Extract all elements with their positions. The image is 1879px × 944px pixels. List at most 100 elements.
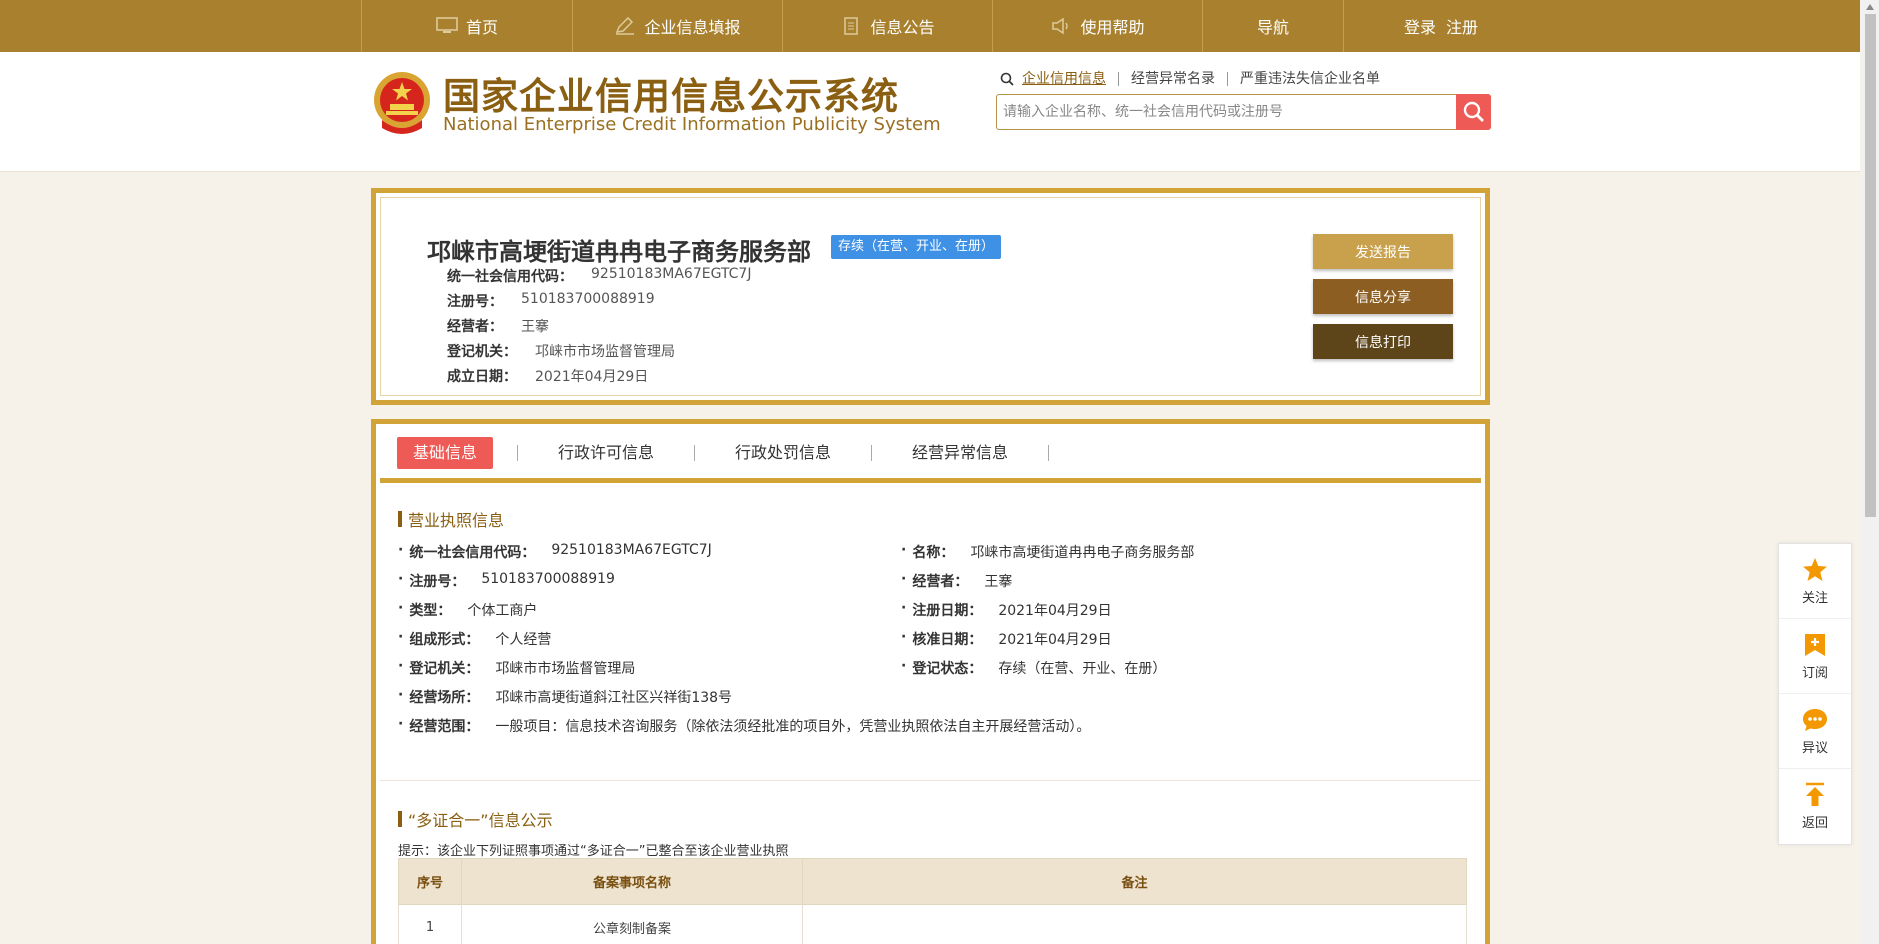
- nav-guide[interactable]: 导航: [1202, 0, 1343, 52]
- send-report-button[interactable]: 发送报告: [1313, 234, 1453, 269]
- license-field: · 经营范围： 一般项目：信息技术咨询服务（除依法须经批准的项目外，凭营业执照依…: [398, 716, 1090, 736]
- license-field-label: 经营范围：: [409, 719, 480, 735]
- license-field: · 名称： 邛崃市高埂街道冉冉电子商务服务部: [901, 542, 1194, 562]
- license-field-label: 核准日期：: [912, 632, 983, 648]
- license-field-label: 登记机关：: [409, 661, 480, 677]
- license-field: · 统一社会信用代码： 92510183MA67EGTC7J: [398, 542, 712, 562]
- site-title-cn: 国家企业信用信息公示系统: [443, 74, 899, 118]
- license-field: · 组成形式： 个人经营: [398, 629, 551, 649]
- follow-label: 关注: [1801, 590, 1828, 606]
- bullet: ·: [398, 716, 404, 732]
- objection-label: 异议: [1801, 740, 1828, 756]
- search-tab-credit-info[interactable]: 企业信用信息: [1022, 72, 1118, 86]
- tab-abnormal-operation[interactable]: 经营异常信息: [896, 437, 1024, 469]
- table-row: 1 公章刻制备案: [398, 904, 1467, 944]
- license-field: · 登记状态： 存续（在营、开业、在册）: [901, 658, 1166, 678]
- summary-established: 成立日期： 2021年04月29日: [447, 366, 648, 386]
- tab-admin-license[interactable]: 行政许可信息: [542, 437, 670, 469]
- speaker-icon: [1052, 17, 1069, 35]
- license-field-value: 2021年04月29日: [998, 632, 1112, 648]
- bullet: ·: [398, 658, 404, 674]
- search-input[interactable]: [1003, 95, 1453, 129]
- multi-cert-table: 序号 备案事项名称 备注 1 公章刻制备案: [398, 858, 1467, 944]
- pen-icon: [616, 17, 635, 35]
- summary-operator-label: 经营者：: [447, 319, 503, 335]
- license-field-value: 个人经营: [495, 632, 552, 648]
- license-field-value: 王搴: [984, 574, 1013, 590]
- bullet: ·: [398, 600, 404, 616]
- company-summary-inner: 邛崃市高埂街道冉冉电子商务服务部 存续（在营、开业、在册） 统一社会信用代码： …: [380, 197, 1481, 396]
- multi-cert-section-title-text: “多证合一”信息公示: [408, 811, 553, 830]
- summary-reg-number-label: 注册号：: [447, 294, 503, 310]
- search-box: [996, 94, 1490, 130]
- license-field-label: 经营者：: [912, 574, 969, 590]
- follow-button[interactable]: 关注: [1779, 544, 1851, 619]
- table-cell: 公章刻制备案: [461, 904, 803, 944]
- table-cell: 1: [398, 904, 462, 944]
- summary-credit-code: 统一社会信用代码： 92510183MA67EGTC7J: [447, 266, 751, 286]
- bullet: ·: [901, 658, 907, 674]
- chat-icon: [1803, 708, 1827, 731]
- top-nav-items: 首页 企业信息填报 信息公告 使用帮助 导航 登录 注册: [361, 0, 1538, 52]
- search-type-tabs: 企业信用信息 经营异常名录 严重违法失信企业名单: [1000, 72, 1392, 86]
- license-field-label: 注册日期：: [912, 603, 983, 619]
- scrollbar-thumb[interactable]: [1865, 14, 1876, 517]
- summary-operator-value: 王搴: [521, 319, 549, 335]
- company-name: 邛崃市高埂街道冉冉电子商务服务部: [427, 238, 811, 266]
- section-bar: [398, 811, 402, 827]
- tab-admin-penalty[interactable]: 行政处罚信息: [719, 437, 847, 469]
- bullet: ·: [398, 687, 404, 703]
- bullet: ·: [901, 629, 907, 645]
- license-field-label: 经营场所：: [409, 690, 480, 706]
- back-to-top-icon: [1806, 782, 1824, 806]
- table-header-row: 序号 备案事项名称 备注: [398, 858, 1467, 905]
- section-bar: [398, 511, 402, 527]
- nav-announcements[interactable]: 信息公告: [782, 0, 992, 52]
- license-section-title: 营业执照信息: [398, 507, 504, 531]
- license-field-value: 邛崃市市场监督管理局: [495, 661, 636, 677]
- section-divider: [380, 780, 1481, 781]
- multi-cert-hint: 提示：该企业下列证照事项通过“多证合一”已整合至该企业营业执照: [398, 844, 789, 859]
- scroll-up-arrow-icon[interactable]: [1866, 4, 1874, 10]
- register-link[interactable]: 注册: [1446, 14, 1478, 38]
- share-button[interactable]: 信息分享: [1313, 279, 1453, 314]
- license-field: · 注册号： 510183700088919: [398, 571, 615, 591]
- objection-button[interactable]: 异议: [1779, 694, 1851, 769]
- license-field-value: 存续（在营、开业、在册）: [998, 661, 1167, 677]
- license-section-title-text: 营业执照信息: [408, 511, 505, 530]
- nav-report[interactable]: 企业信息填报: [572, 0, 782, 52]
- detail-tabs: 基础信息 行政许可信息 行政处罚信息 经营异常信息: [380, 428, 1481, 483]
- tab-divider: [871, 445, 873, 461]
- summary-operator: 经营者： 王搴: [447, 316, 549, 336]
- license-field: · 类型： 个体工商户: [398, 600, 537, 620]
- search-tab-abnormal-list[interactable]: 经营异常名录: [1118, 72, 1227, 86]
- multi-cert-section-title: “多证合一”信息公示: [398, 807, 553, 831]
- search-button[interactable]: [1456, 94, 1491, 130]
- nav-home-label: 首页: [465, 18, 498, 37]
- summary-reg-number-value: 510183700088919: [521, 291, 655, 307]
- print-button[interactable]: 信息打印: [1313, 324, 1453, 359]
- back-to-top-button[interactable]: 返回: [1779, 769, 1851, 844]
- nav-report-label: 企业信息填报: [644, 18, 741, 37]
- back-to-top-label: 返回: [1801, 816, 1828, 831]
- bullet: ·: [901, 542, 907, 558]
- nav-help[interactable]: 使用帮助: [992, 0, 1202, 52]
- bullet: ·: [398, 571, 404, 587]
- bullet: ·: [398, 542, 404, 558]
- search-tab-blacklist[interactable]: 严重违法失信企业名单: [1227, 72, 1392, 86]
- license-field: · 注册日期： 2021年04月29日: [901, 600, 1112, 620]
- tab-basic-info[interactable]: 基础信息: [397, 437, 494, 469]
- subscribe-button[interactable]: 订阅: [1779, 619, 1851, 694]
- login-link[interactable]: 登录: [1404, 14, 1436, 38]
- column-header: 备案事项名称: [461, 858, 803, 905]
- floating-toolbar: 关注 订阅 异议 返回: [1778, 543, 1852, 845]
- nav-home[interactable]: 首页: [361, 0, 572, 52]
- license-field: · 经营者： 王搴: [901, 571, 1012, 591]
- site-title-en: National Enterprise Credit Information P…: [443, 114, 941, 135]
- subscribe-label: 订阅: [1801, 665, 1828, 681]
- site-header: 国家企业信用信息公示系统 National Enterprise Credit …: [0, 52, 1860, 172]
- summary-credit-code-value: 92510183MA67EGTC7J: [591, 266, 752, 282]
- license-field: · 经营场所： 邛崃市高埂街道斜江社区兴祥街138号: [398, 687, 732, 707]
- nav-guide-label: 导航: [1256, 18, 1289, 37]
- star-icon: [1803, 557, 1827, 581]
